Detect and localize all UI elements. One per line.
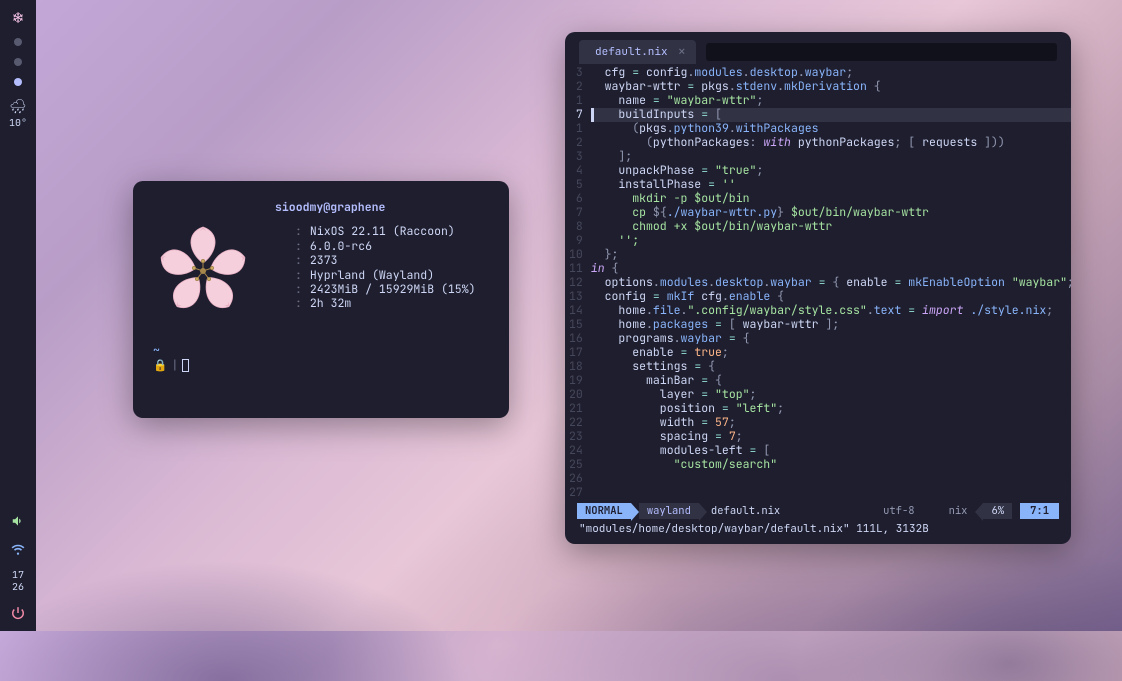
power-icon[interactable] — [10, 605, 26, 621]
editor-body[interactable]: 3217123456789101112131415161718192021222… — [565, 64, 1071, 502]
prompt-lock-icon: 🔒 — [153, 358, 167, 373]
fetch-row-val: 2373 — [310, 254, 338, 268]
fetch-row-sep: : — [295, 240, 302, 254]
workspace-dot-2[interactable] — [14, 58, 22, 66]
nix-logo-icon[interactable]: ❄ — [10, 10, 26, 26]
fetch-row-icon — [275, 225, 287, 239]
editor-cmdline: "modules/home/desktop/waybar/default.nix… — [565, 520, 1071, 544]
fetch-row-val: Hyprland (Wayland) — [310, 269, 434, 283]
prompt-cursor — [182, 359, 189, 372]
fetch-row: :2h 32m — [275, 297, 489, 311]
tab-close-icon[interactable]: × — [678, 43, 686, 61]
code-area[interactable]: cfg = config.modules.desktop.waybar; way… — [591, 66, 1071, 502]
clock-min: 26 — [12, 581, 24, 593]
editor-window[interactable]: default.nix × 32171234567891011121314151… — [565, 32, 1071, 544]
fetch-row-sep: : — [295, 283, 302, 297]
status-mode: NORMAL — [577, 503, 631, 519]
volume-icon[interactable] — [10, 513, 26, 529]
fetch-row-icon — [275, 297, 287, 311]
fetch-info: sioodmy@graphene : NixOS 22.11 (Raccoon):… — [275, 201, 489, 321]
fetch-row: : NixOS 22.11 (Raccoon) — [275, 225, 489, 239]
status-encoding: utf-8 — [875, 503, 923, 519]
shell-prompt[interactable]: ~ 🔒| — [153, 343, 489, 373]
clock-widget: 17 26 — [12, 569, 24, 593]
fetch-row-sep: : — [295, 297, 302, 311]
tab-default-nix[interactable]: default.nix × — [579, 40, 696, 64]
editor-statusline: NORMAL wayland default.nix utf-8 nix 6% … — [577, 502, 1059, 520]
status-branch: wayland — [639, 503, 699, 519]
workspace-dot-1[interactable] — [14, 38, 22, 46]
status-percent: 6% — [983, 503, 1012, 519]
tabbar-fill — [706, 43, 1057, 61]
terminal-window[interactable]: sioodmy@graphene : NixOS 22.11 (Raccoon):… — [133, 181, 509, 418]
fetch-row: :6.0.0-rc6 — [275, 240, 489, 254]
fetch-output: sioodmy@graphene : NixOS 22.11 (Raccoon):… — [153, 201, 489, 321]
fetch-row-icon — [275, 269, 287, 283]
weather-icon: 🌧 — [9, 98, 27, 116]
line-gutter: 3217123456789101112131415161718192021222… — [569, 66, 591, 502]
fetch-row-sep: : — [295, 254, 302, 268]
prompt-sep: | — [171, 358, 178, 373]
prompt-path: ~ — [153, 343, 489, 358]
status-file: default.nix — [699, 503, 788, 519]
status-bar: ❄ 🌧 10° 17 26 — [0, 0, 36, 631]
bar-bottom-group: 17 26 — [10, 513, 26, 621]
wifi-icon[interactable] — [10, 541, 26, 557]
fetch-row-sep: : — [295, 225, 302, 239]
tab-label: default.nix — [595, 45, 668, 59]
bar-top-group: ❄ 🌧 10° — [9, 10, 27, 129]
fetch-title: sioodmy@graphene — [275, 201, 489, 215]
sakura-logo-icon — [153, 221, 253, 321]
fetch-row-sep: : — [295, 269, 302, 283]
fetch-row-icon — [275, 254, 287, 268]
fetch-row: : Hyprland (Wayland) — [275, 269, 489, 283]
fetch-row-icon — [275, 283, 287, 297]
fetch-row-icon — [275, 240, 287, 254]
editor-tabbar: default.nix × — [565, 32, 1071, 64]
fetch-row-val: 6.0.0-rc6 — [310, 240, 372, 254]
status-filetype: nix — [941, 503, 976, 519]
fetch-row-val: NixOS 22.11 (Raccoon) — [310, 225, 455, 239]
prompt-line: 🔒| — [153, 358, 489, 373]
status-position: 7:1 — [1020, 503, 1059, 519]
fetch-row: :2373 — [275, 254, 489, 268]
weather-widget[interactable]: 🌧 10° — [9, 98, 27, 129]
weather-temp: 10° — [9, 116, 27, 129]
workspace-dot-3[interactable] — [14, 78, 22, 86]
fetch-row-val: 2h 32m — [310, 297, 351, 311]
fetch-row-val: 2423MiB / 15929MiB (15%) — [310, 283, 476, 297]
status-right: utf-8 nix 6% 7:1 — [875, 503, 1059, 519]
fetch-row: :2423MiB / 15929MiB (15%) — [275, 283, 489, 297]
branch-name: wayland — [647, 504, 691, 518]
